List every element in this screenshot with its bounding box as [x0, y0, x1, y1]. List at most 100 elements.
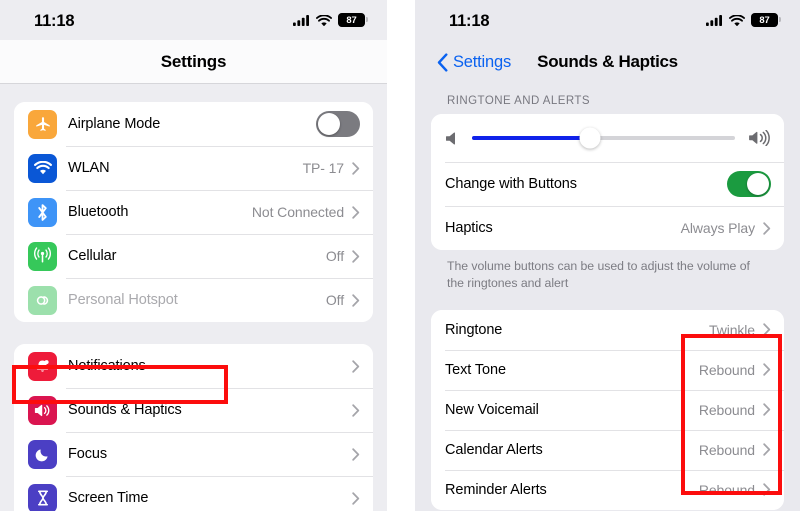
haptics-label: Haptics — [445, 220, 493, 236]
sidebar-item-notifications[interactable]: Notifications — [14, 344, 373, 388]
chevron-right-icon — [352, 205, 360, 219]
sidebar-item-sounds-haptics[interactable]: Sounds & Haptics — [14, 388, 373, 432]
battery-percent: 87 — [759, 14, 770, 26]
speaker-low-icon — [446, 131, 455, 145]
text-tone-row[interactable]: Text Tone Rebound — [431, 349, 784, 390]
bluetooth-icon — [28, 197, 57, 227]
sidebar-item-cellular[interactable]: Cellular Off — [14, 234, 373, 278]
chevron-right-icon — [352, 447, 360, 461]
status-indicators: 87 — [293, 13, 369, 27]
chevron-left-icon — [437, 52, 448, 72]
hotspot-value: Off — [325, 292, 344, 308]
moon-icon — [28, 439, 57, 469]
hourglass-icon — [28, 483, 57, 511]
ringtone-label: Ringtone — [445, 321, 503, 338]
sidebar-item-airplane-mode[interactable]: Airplane Mode — [14, 102, 373, 146]
battery-icon: 87 — [751, 13, 782, 27]
ringtone-value: Twinkle — [709, 321, 755, 338]
sidebar-item-label: Screen Time — [68, 490, 149, 506]
tones-group: Ringtone Twinkle Text Tone Rebound New V… — [431, 309, 784, 510]
ringer-volume-row — [431, 114, 784, 162]
sidebar-item-label: Focus — [68, 446, 107, 462]
wifi-icon — [729, 14, 745, 27]
cellular-bars-icon — [706, 14, 722, 26]
sidebar-item-label: Bluetooth — [68, 204, 129, 220]
status-bar-right: 11:18 87 — [415, 0, 800, 40]
sidebar-item-label: Cellular — [68, 248, 117, 264]
cellular-bars-icon — [293, 14, 309, 26]
bell-icon — [28, 351, 57, 381]
wlan-value: TP- 17 — [302, 160, 345, 176]
sidebar-item-label: Sounds & Haptics — [68, 402, 182, 418]
chevron-right-icon — [763, 403, 771, 417]
sidebar-item-label: Personal Hotspot — [68, 292, 178, 308]
left-nav-bar: Settings — [0, 40, 387, 84]
sidebar-item-label: Airplane Mode — [68, 116, 161, 132]
ringtone-row[interactable]: Ringtone Twinkle — [431, 309, 784, 350]
chevron-right-icon — [352, 249, 360, 263]
sounds-content: RINGTONE AND ALERTS Change with Buttons … — [415, 84, 800, 510]
wifi-icon — [28, 153, 57, 183]
dual-screenshot-container: 11:18 87 Settings Airplane Mode WLAN TP-… — [0, 0, 800, 511]
new-voicemail-label: New Voicemail — [445, 401, 539, 418]
connectivity-group: Airplane Mode WLAN TP- 17 Bluetooth Not … — [14, 102, 373, 322]
haptics-row[interactable]: Haptics Always Play — [431, 206, 784, 250]
chevron-right-icon — [763, 483, 771, 497]
status-indicators: 87 — [706, 13, 782, 27]
calendar-alerts-label: Calendar Alerts — [445, 441, 543, 458]
battery-icon: 87 — [338, 13, 369, 27]
sidebar-item-bluetooth[interactable]: Bluetooth Not Connected — [14, 190, 373, 234]
speaker-waves-icon — [28, 395, 57, 425]
right-nav-bar: Settings Sounds & Haptics — [415, 40, 800, 84]
calendar-alerts-row[interactable]: Calendar Alerts Rebound — [431, 429, 784, 470]
sidebar-item-wlan[interactable]: WLAN TP- 17 — [14, 146, 373, 190]
chevron-right-icon — [352, 403, 360, 417]
chevron-right-icon — [352, 161, 360, 175]
status-time: 11:18 — [34, 11, 75, 30]
back-button[interactable]: Settings — [437, 53, 511, 72]
section-header-ringtone-alerts: RINGTONE AND ALERTS — [447, 95, 590, 107]
airplane-icon — [28, 109, 57, 139]
sidebar-item-personal-hotspot[interactable]: Personal Hotspot Off — [14, 278, 373, 322]
new-voicemail-row[interactable]: New Voicemail Rebound — [431, 389, 784, 430]
chevron-right-icon — [352, 491, 360, 505]
chevron-right-icon — [763, 323, 771, 337]
cellular-value: Off — [325, 248, 344, 264]
chevron-right-icon — [763, 443, 771, 457]
settings-content: Airplane Mode WLAN TP- 17 Bluetooth Not … — [0, 84, 387, 511]
sidebar-item-screen-time[interactable]: Screen Time — [14, 476, 373, 511]
toggle-knob — [747, 172, 770, 196]
chevron-right-icon — [763, 363, 771, 377]
reminder-alerts-label: Reminder Alerts — [445, 481, 547, 498]
sidebar-item-label: Notifications — [68, 358, 146, 374]
toggle-knob — [317, 112, 340, 136]
airplane-mode-toggle[interactable] — [316, 111, 360, 137]
back-button-label: Settings — [453, 52, 512, 71]
page-title: Settings — [160, 51, 227, 71]
volume-slider-fill — [472, 136, 591, 140]
system-group: Notifications Sounds & Haptics Focus Scr… — [14, 344, 373, 511]
reminder-alerts-row[interactable]: Reminder Alerts Rebound — [431, 469, 784, 510]
text-tone-label: Text Tone — [445, 361, 506, 378]
haptics-value: Always Play — [680, 220, 755, 236]
volume-slider-knob[interactable] — [579, 127, 601, 149]
change-with-buttons-row[interactable]: Change with Buttons — [431, 162, 784, 206]
new-voicemail-value: Rebound — [698, 401, 755, 418]
settings-screen: 11:18 87 Settings Airplane Mode WLAN TP-… — [0, 0, 387, 511]
chevron-right-icon — [763, 221, 771, 235]
sounds-haptics-screen: 11:18 87 Settings Sounds & Haptics RINGT… — [415, 0, 800, 511]
chevron-right-icon — [352, 293, 360, 307]
calendar-alerts-value: Rebound — [698, 441, 755, 458]
volume-footer-note: The volume buttons can be used to adjust… — [447, 259, 750, 291]
cellular-antenna-icon — [28, 241, 57, 271]
chevron-right-icon — [352, 359, 360, 373]
change-with-buttons-toggle[interactable] — [727, 171, 771, 197]
sidebar-item-label: WLAN — [68, 160, 110, 176]
hotspot-link-icon — [28, 285, 57, 315]
sidebar-item-focus[interactable]: Focus — [14, 432, 373, 476]
change-with-buttons-label: Change with Buttons — [445, 176, 577, 192]
volume-slider[interactable] — [472, 127, 735, 149]
text-tone-value: Rebound — [698, 361, 755, 378]
volume-group: Change with Buttons Haptics Always Play — [431, 114, 784, 250]
wifi-icon — [316, 14, 332, 27]
